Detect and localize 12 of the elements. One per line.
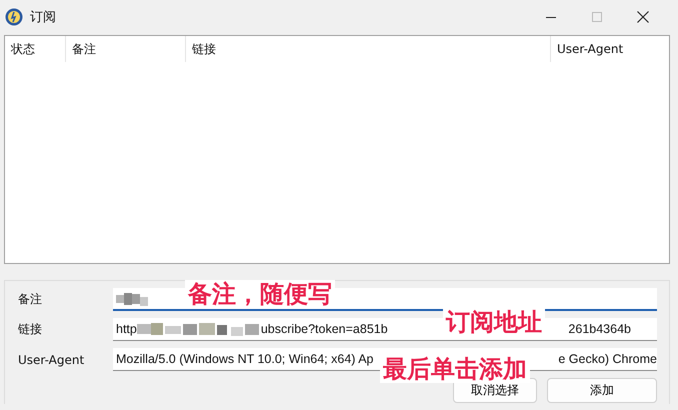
window-title: 订阅	[30, 9, 56, 26]
annotation-tooltip: 备注，随便写	[185, 280, 335, 308]
annotation-tooltip: 最后单击添加	[380, 355, 530, 383]
field-text: Mozilla/5.0 (Windows NT 10.0; Win64; x64) Ap	[116, 352, 374, 366]
field-text: 261b4364b	[568, 322, 631, 336]
field-text: e Gecko) Chrome	[558, 352, 657, 366]
field-label: 链接	[18, 321, 43, 338]
field-text: http	[116, 322, 137, 336]
field-label: User-Agent	[18, 352, 86, 366]
field-label: 备注	[18, 291, 43, 308]
field-text: ubscribe?token=a851b	[260, 322, 388, 336]
annotation-tooltip: 订阅地址	[443, 308, 545, 336]
